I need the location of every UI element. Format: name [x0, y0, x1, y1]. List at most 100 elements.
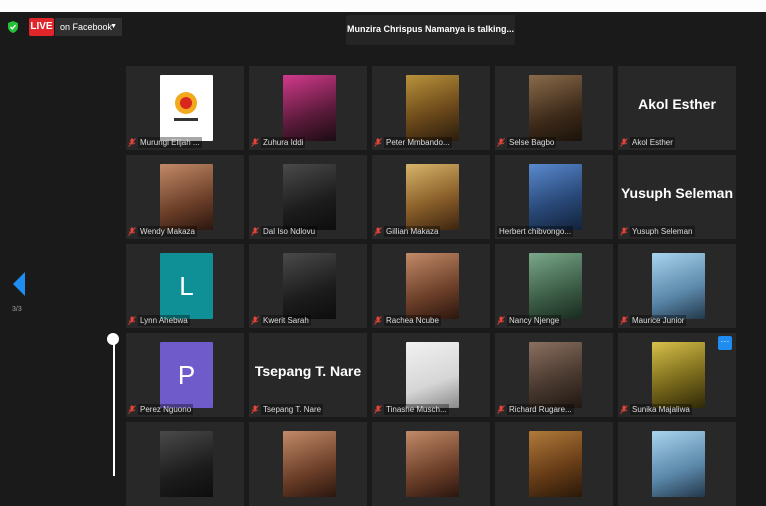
participant-name: Tinashe Musch...: [384, 403, 449, 415]
muted-mic-icon: [128, 404, 136, 414]
participant-name: Nancy Njenge: [507, 314, 562, 326]
previous-page-icon[interactable]: [13, 272, 25, 296]
participant-photo: [160, 431, 213, 497]
participant-name-row: Lynn Ahebwa: [128, 314, 190, 326]
participant-name-row: Peter Mmbando...: [374, 136, 452, 148]
participant-tile[interactable]: [126, 422, 244, 506]
muted-mic-icon: [497, 137, 505, 147]
gallery-page-nav: 3/3: [8, 272, 32, 322]
participant-tile[interactable]: Herbert chibvongo...: [495, 155, 613, 239]
participant-photo: [160, 164, 213, 230]
participant-tile[interactable]: [618, 422, 736, 506]
participant-name: Richard Rugare...: [507, 403, 574, 415]
participant-tile[interactable]: Tinashe Musch...: [372, 333, 490, 417]
participant-name: Perez Nguono: [138, 403, 194, 415]
muted-mic-icon: [251, 226, 259, 236]
participant-tile[interactable]: L Lynn Ahebwa: [126, 244, 244, 328]
participant-name: Rachea Ncube: [384, 314, 441, 326]
participant-tile[interactable]: Peter Mmbando...: [372, 66, 490, 150]
participant-tile[interactable]: Dal Iso Ndlovu: [249, 155, 367, 239]
participant-name-row: Gillian Makaza: [374, 225, 441, 237]
participant-grid: Murungi Elijah ... Zuhura Iddi Peter Mmban…: [126, 66, 738, 506]
participant-name: Herbert chibvongo...: [497, 225, 574, 237]
muted-mic-icon: [374, 226, 382, 236]
muted-mic-icon: [620, 137, 628, 147]
stream-target-dropdown[interactable]: on Facebook ▼: [55, 18, 122, 36]
stream-target-label: on Facebook: [60, 22, 113, 32]
shield-icon[interactable]: [6, 20, 20, 34]
avatar-initial: P: [160, 342, 213, 408]
participant-display-name: Tsepang T. Nare: [254, 363, 362, 379]
participant-tile[interactable]: Rachea Ncube: [372, 244, 490, 328]
avatar-initial: L: [160, 253, 213, 319]
participant-tile[interactable]: Tsepang T. Nare Tsepang T. Nare: [249, 333, 367, 417]
participant-name-row: Dal Iso Ndlovu: [251, 225, 318, 237]
participant-tile[interactable]: Zuhura Iddi: [249, 66, 367, 150]
participant-photo: [283, 431, 336, 497]
participant-photo: [406, 431, 459, 497]
muted-mic-icon: [251, 404, 259, 414]
participant-tile[interactable]: Akol Esther Akol Esther: [618, 66, 736, 150]
participant-photo: [406, 342, 459, 408]
muted-mic-icon: [374, 315, 382, 325]
participant-tile[interactable]: [372, 422, 490, 506]
participant-name-row: Selse Bagbo: [497, 136, 557, 148]
participant-name: Peter Mmbando...: [384, 136, 452, 148]
muted-mic-icon: [128, 315, 136, 325]
participant-photo: [529, 164, 582, 230]
live-badge[interactable]: LIVE: [29, 18, 54, 36]
participant-name: Murungi Elijah ...: [138, 136, 202, 148]
participant-photo: [283, 253, 336, 319]
cursor-stem: [113, 342, 115, 476]
participant-name-row: Tinashe Musch...: [374, 403, 449, 415]
participant-name-row: Yusuph Seleman: [620, 225, 695, 237]
participant-tile[interactable]: Gillian Makaza: [372, 155, 490, 239]
page-indicator: 3/3: [12, 306, 22, 313]
participant-tile[interactable]: Richard Rugare...: [495, 333, 613, 417]
muted-mic-icon: [620, 404, 628, 414]
participant-name-row: Sunika Majaliwa: [620, 403, 692, 415]
participant-display-name: Yusuph Seleman: [620, 185, 734, 201]
participant-name: Zuhura Iddi: [261, 136, 306, 148]
participant-name-row: Nancy Njenge: [497, 314, 562, 326]
more-options-button[interactable]: ···: [718, 336, 732, 350]
participant-name: Wendy Makaza: [138, 225, 197, 237]
talking-banner: Munzira Chrispus Namanya is talking...: [346, 15, 515, 45]
participant-name-row: Perez Nguono: [128, 403, 194, 415]
participant-tile[interactable]: Selse Bagbo: [495, 66, 613, 150]
participant-tile[interactable]: Maurice Junior: [618, 244, 736, 328]
participant-tile[interactable]: P Perez Nguono: [126, 333, 244, 417]
participant-tile[interactable]: [249, 422, 367, 506]
participant-name: Akol Esther: [630, 136, 675, 148]
participant-photo: [406, 75, 459, 141]
participant-photo: [529, 431, 582, 497]
participant-name: Dal Iso Ndlovu: [261, 225, 318, 237]
participant-tile[interactable]: Wendy Makaza: [126, 155, 244, 239]
muted-mic-icon: [497, 315, 505, 325]
participant-tile[interactable]: [495, 422, 613, 506]
participant-photo: [652, 431, 705, 497]
participant-name-row: Rachea Ncube: [374, 314, 441, 326]
participant-name-row: Zuhura Iddi: [251, 136, 306, 148]
participant-tile[interactable]: Kwerit Sarah: [249, 244, 367, 328]
muted-mic-icon: [620, 226, 628, 236]
participant-photo: [406, 253, 459, 319]
muted-mic-icon: [620, 315, 628, 325]
participant-tile[interactable]: Yusuph Seleman Yusuph Seleman: [618, 155, 736, 239]
chevron-down-icon: ▼: [110, 23, 117, 30]
muted-mic-icon: [374, 404, 382, 414]
participant-photo: [283, 75, 336, 141]
participant-name: Tsepang T. Nare: [261, 403, 324, 415]
participant-name: Selse Bagbo: [507, 136, 557, 148]
participant-photo: [652, 342, 705, 408]
participant-name-row: Richard Rugare...: [497, 403, 574, 415]
muted-mic-icon: [128, 226, 136, 236]
participant-tile[interactable]: Nancy Njenge: [495, 244, 613, 328]
top-band: [0, 0, 766, 12]
participant-name-row: Tsepang T. Nare: [251, 403, 324, 415]
participant-name-row: Maurice Junior: [620, 314, 687, 326]
participant-tile[interactable]: Murungi Elijah ...: [126, 66, 244, 150]
participant-name: Gillian Makaza: [384, 225, 441, 237]
participant-name-row: Herbert chibvongo...: [497, 225, 574, 237]
participant-photo: [283, 164, 336, 230]
